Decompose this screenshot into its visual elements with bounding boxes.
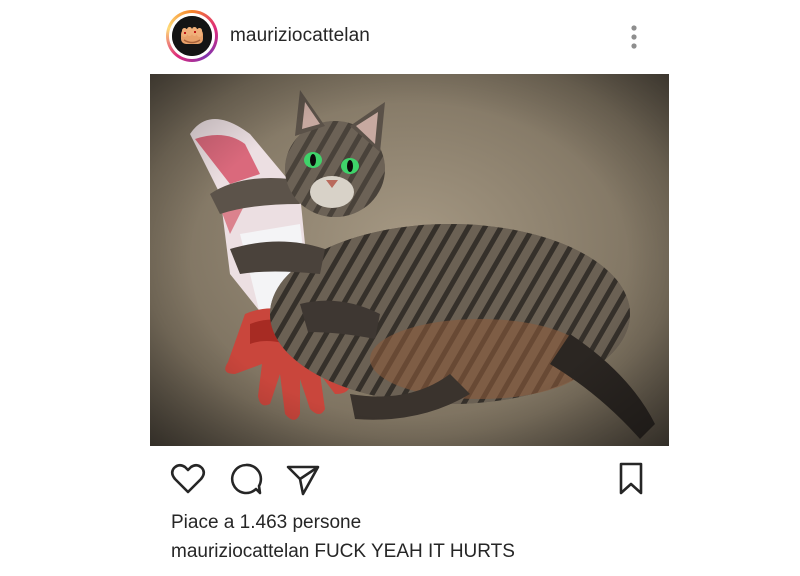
post-photo: [150, 74, 669, 446]
fist-logo-icon: [172, 16, 212, 56]
action-bar: [150, 456, 670, 502]
post-image[interactable]: [150, 74, 669, 446]
caption-username[interactable]: mauriziocattelan: [171, 541, 309, 562]
comment-bubble-icon[interactable]: [227, 460, 265, 498]
bookmark-icon[interactable]: [612, 460, 650, 498]
caption: mauriziocattelan FUCK YEAH IT HURTS: [171, 541, 515, 563]
avatar-image: [172, 16, 212, 56]
more-vertical-icon[interactable]: [624, 22, 644, 52]
paper-plane-icon[interactable]: [284, 460, 322, 498]
post-username[interactable]: mauriziocattelan: [230, 25, 370, 47]
caption-text: FUCK YEAH IT HURTS: [314, 541, 515, 562]
avatar[interactable]: [166, 10, 218, 62]
post-header: mauriziocattelan: [150, 8, 670, 66]
heart-icon[interactable]: [169, 460, 207, 498]
likes-count[interactable]: Piace a 1.463 persone: [171, 512, 361, 534]
